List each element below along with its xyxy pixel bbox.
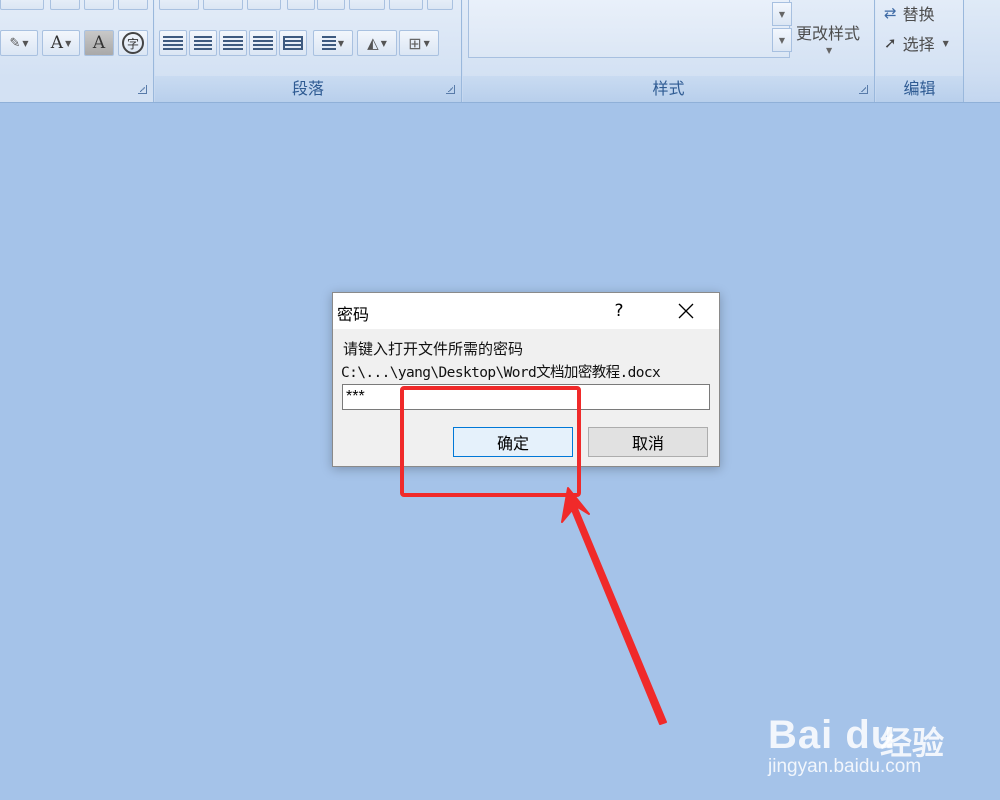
ok-button[interactable]: 确定 bbox=[453, 427, 573, 457]
baidu-logo: Bai du bbox=[768, 713, 897, 757]
char-shading-icon: A bbox=[92, 33, 106, 53]
chevron-down-icon: ▼ bbox=[423, 38, 430, 48]
dialog-prompt: 请键入打开文件所需的密码 bbox=[343, 340, 524, 358]
replace-icon: ⇄ bbox=[884, 4, 897, 22]
replace-label: 替换 bbox=[902, 5, 935, 24]
font-size-button[interactable] bbox=[0, 0, 44, 10]
chevron-down-icon: ▼ bbox=[65, 38, 72, 48]
numbering-button[interactable] bbox=[203, 0, 243, 10]
sort-button[interactable] bbox=[349, 0, 385, 10]
justify-icon bbox=[253, 36, 273, 50]
dialog-titlebar[interactable]: 密码 ? bbox=[333, 293, 719, 329]
chevron-down-icon: ▼ bbox=[22, 38, 29, 48]
char-border-button[interactable] bbox=[118, 0, 148, 10]
borders-button[interactable]: ⊞ ▼ bbox=[399, 30, 439, 56]
font-color-icon: A bbox=[50, 33, 64, 53]
enclose-char-button[interactable]: 字 bbox=[118, 30, 148, 56]
extra-button[interactable] bbox=[427, 0, 453, 10]
styles-dialog-launcher-icon[interactable] bbox=[859, 85, 868, 94]
ribbon-group-font: ✎ ▼ A ▼ A 字 bbox=[0, 0, 154, 102]
paragraph-group-label: 段落 bbox=[155, 76, 461, 102]
line-spacing-icon bbox=[321, 36, 336, 50]
change-styles-button[interactable]: 更改样式 bbox=[796, 20, 860, 44]
password-input[interactable] bbox=[342, 384, 710, 410]
decrease-indent-button[interactable] bbox=[287, 0, 315, 10]
clear-format-button[interactable] bbox=[50, 0, 80, 10]
align-center-button[interactable] bbox=[189, 30, 217, 56]
align-right-button[interactable] bbox=[219, 30, 247, 56]
enclose-char-icon: 字 bbox=[122, 32, 144, 54]
distributed-button[interactable] bbox=[279, 30, 307, 56]
align-left-button[interactable] bbox=[159, 30, 187, 56]
distributed-icon bbox=[283, 36, 303, 50]
bullets-button[interactable] bbox=[159, 0, 199, 10]
borders-icon: ⊞ bbox=[408, 33, 422, 53]
paint-bucket-icon: ◭ bbox=[367, 34, 379, 52]
file-path: C:\...\yang\Desktop\Word文档加密教程.docx bbox=[341, 365, 661, 381]
align-left-icon bbox=[163, 36, 183, 50]
select-button[interactable]: ➚ 选择 ▼ bbox=[884, 31, 949, 55]
font-dialog-launcher-icon[interactable] bbox=[138, 85, 147, 94]
multilevel-list-button[interactable] bbox=[247, 0, 281, 10]
chevron-down-icon: ▼ bbox=[778, 9, 786, 19]
justify-button[interactable] bbox=[249, 30, 277, 56]
ribbon-group-paragraph: ▼ ◭ ▼ ⊞ ▼ 段落 bbox=[155, 0, 462, 102]
password-dialog: 密码 ? 请键入打开文件所需的密码 C:\...\yang\Desktop\Wo… bbox=[332, 292, 720, 467]
close-button[interactable] bbox=[663, 293, 709, 329]
more-icon: ▼ bbox=[778, 35, 786, 45]
cursor-arrow-icon: ➚ bbox=[884, 34, 897, 52]
help-button[interactable]: ? bbox=[603, 293, 635, 329]
editing-group-label: 编辑 bbox=[876, 76, 963, 102]
chevron-down-icon: ▼ bbox=[380, 38, 387, 48]
dialog-title: 密码 bbox=[337, 305, 370, 324]
show-marks-button[interactable] bbox=[389, 0, 423, 10]
font-color-button[interactable]: A ▼ bbox=[42, 30, 80, 56]
align-center-icon bbox=[194, 36, 212, 50]
char-shading-button[interactable]: A bbox=[84, 30, 114, 56]
select-label: 选择 bbox=[902, 35, 935, 54]
shading-button[interactable]: ◭ ▼ bbox=[357, 30, 397, 56]
ribbon: ✎ ▼ A ▼ A 字 ▼ ◭ ▼ ⊞ ▼ 段落 样式 ▼ ▼ 更改样式 ▼ 编… bbox=[0, 0, 1000, 103]
line-spacing-button[interactable]: ▼ bbox=[313, 30, 353, 56]
cancel-button[interactable]: 取消 bbox=[588, 427, 708, 457]
watermark-url: jingyan.baidu.com bbox=[768, 756, 922, 777]
chevron-down-icon: ▼ bbox=[337, 38, 345, 48]
align-right-icon bbox=[223, 36, 243, 50]
gallery-more[interactable]: ▼ bbox=[772, 28, 792, 52]
close-icon bbox=[678, 303, 694, 319]
replace-button[interactable]: ⇄ 替换 bbox=[884, 1, 935, 25]
chevron-down-icon: ▼ bbox=[942, 38, 949, 48]
phonetic-guide-button[interactable] bbox=[84, 0, 114, 10]
paragraph-dialog-launcher-icon[interactable] bbox=[446, 85, 455, 94]
highlight-button[interactable]: ✎ ▼ bbox=[0, 30, 38, 56]
styles-group-label: 样式 bbox=[463, 76, 874, 102]
style-gallery[interactable] bbox=[468, 0, 790, 58]
chevron-down-icon: ▼ bbox=[826, 46, 833, 55]
highlighter-icon: ✎ bbox=[9, 35, 21, 51]
increase-indent-button[interactable] bbox=[317, 0, 345, 10]
annotation-arrow bbox=[561, 487, 667, 725]
gallery-scroll-down[interactable]: ▼ bbox=[772, 2, 792, 26]
